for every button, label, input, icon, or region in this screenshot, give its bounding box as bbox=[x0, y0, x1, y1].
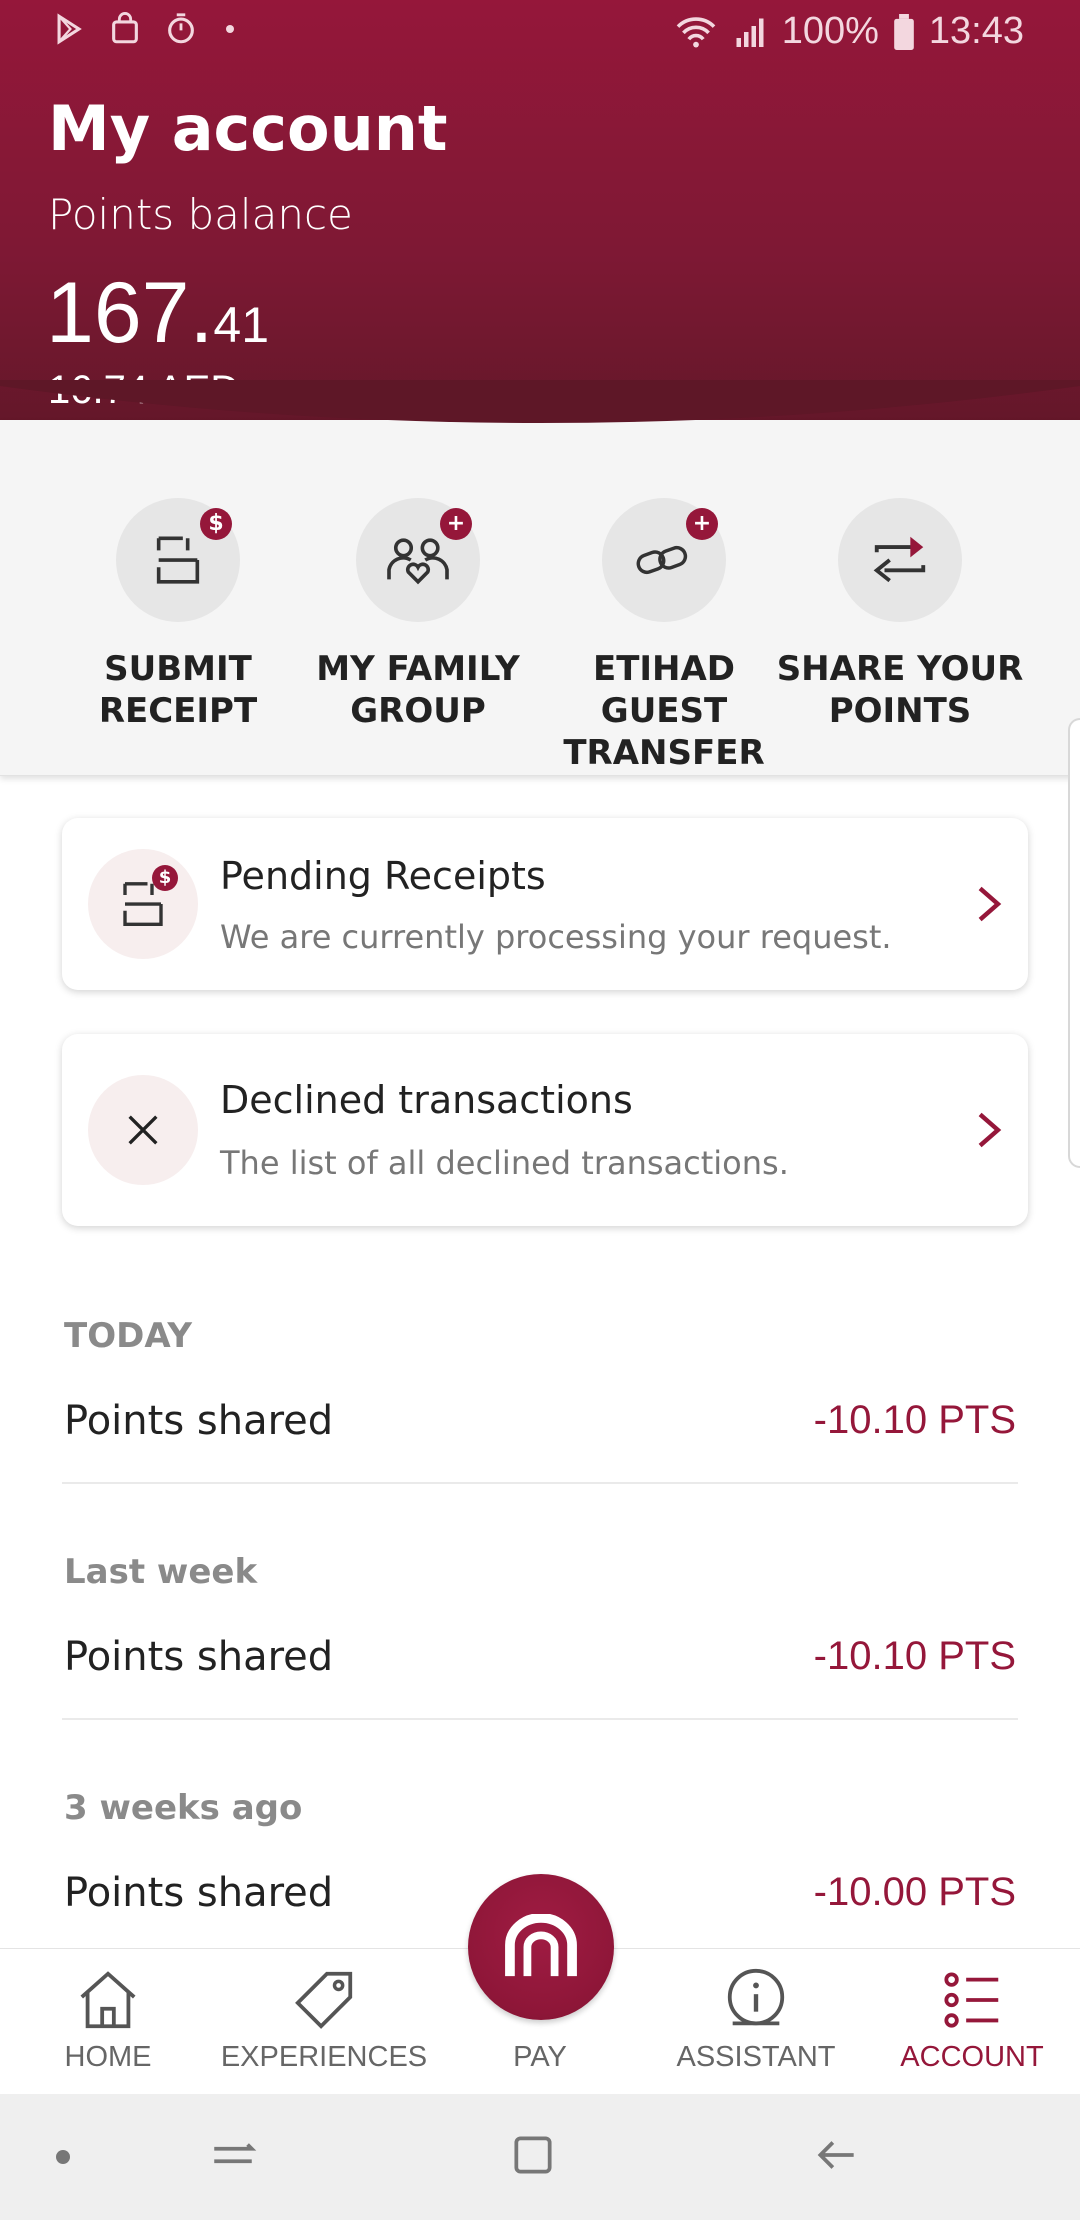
home-icon bbox=[80, 1971, 136, 2029]
scroll-handle[interactable] bbox=[1068, 718, 1080, 1168]
clock: 13:43 bbox=[928, 10, 1024, 52]
status-notifications bbox=[52, 12, 234, 46]
section-last-week: Last week bbox=[64, 1552, 258, 1592]
share-points-action[interactable]: SHARE YOUR POINTS bbox=[770, 498, 1030, 732]
close-icon bbox=[128, 1115, 158, 1145]
share-points-circle[interactable] bbox=[838, 498, 962, 622]
points-balance-label: Points balance bbox=[48, 190, 353, 239]
family-group-label: MY FAMILY GROUP bbox=[316, 649, 520, 731]
plus-badge-icon: + bbox=[440, 508, 472, 540]
etihad-transfer-action[interactable]: + ETIHAD GUEST TRANSFER bbox=[534, 498, 794, 774]
etihad-transfer-circle[interactable]: + bbox=[602, 498, 726, 622]
plus-badge-icon: + bbox=[686, 508, 718, 540]
pay-logo-icon bbox=[505, 1914, 577, 1977]
battery-percentage: 100% bbox=[781, 10, 879, 52]
nav-home[interactable]: HOME bbox=[0, 1949, 216, 2095]
dollar-badge-icon: $ bbox=[200, 508, 232, 540]
declined-transactions-subtitle: The list of all declined transactions. bbox=[220, 1144, 789, 1182]
nav-experiences[interactable]: EXPERIENCES bbox=[216, 1949, 432, 2095]
etihad-transfer-label: ETIHAD GUEST TRANSFER bbox=[563, 649, 765, 773]
nav-pay-label: PAY bbox=[513, 2041, 567, 2073]
status-indicators: 100% 13:43 bbox=[674, 10, 1024, 53]
divider bbox=[62, 1718, 1018, 1720]
family-group-circle[interactable]: + bbox=[356, 498, 480, 622]
submit-receipt-label: SUBMIT RECEIPT bbox=[98, 649, 258, 731]
transaction-amount: -10.10 PTS bbox=[813, 1634, 1016, 1678]
transaction-amount: -10.10 PTS bbox=[813, 1398, 1016, 1442]
back-icon[interactable] bbox=[812, 2130, 862, 2180]
tag-icon bbox=[295, 1971, 353, 2029]
transfer-arrows-icon bbox=[873, 536, 926, 583]
receipt-icon bbox=[156, 536, 200, 584]
link-icon bbox=[636, 545, 688, 575]
chevron-right-icon bbox=[978, 886, 1002, 922]
transaction-name[interactable]: Points shared bbox=[64, 1634, 333, 1680]
share-points-label: SHARE YOUR POINTS bbox=[776, 649, 1024, 731]
battery-icon bbox=[894, 13, 914, 50]
declined-transactions-card[interactable]: Declined transactions The list of all de… bbox=[62, 1034, 1028, 1226]
transaction-name[interactable]: Points shared bbox=[64, 1870, 333, 1916]
pending-receipts-icon-wrap: $ bbox=[88, 849, 198, 959]
nav-account-label: ACCOUNT bbox=[900, 2041, 1044, 2073]
status-bar: 100% 13:43 bbox=[0, 0, 1080, 66]
points-balance-integer: 167. bbox=[46, 265, 214, 361]
system-navigation-bar bbox=[0, 2094, 1080, 2220]
family-icon bbox=[387, 538, 449, 585]
pending-receipts-card[interactable]: $ Pending Receipts We are currently proc… bbox=[62, 818, 1028, 990]
pay-button[interactable] bbox=[468, 1874, 614, 2020]
submit-receipt-circle[interactable]: $ bbox=[116, 498, 240, 622]
list-icon bbox=[944, 1972, 999, 2028]
nav-account[interactable]: ACCOUNT bbox=[864, 1949, 1080, 2095]
nav-assistant[interactable]: ASSISTANT bbox=[648, 1949, 864, 2095]
nav-experiences-label: EXPERIENCES bbox=[220, 2041, 428, 2073]
notification-dot bbox=[226, 25, 234, 33]
nav-dot-icon[interactable] bbox=[56, 2150, 70, 2164]
section-today: TODAY bbox=[64, 1316, 192, 1356]
family-group-action[interactable]: + MY FAMILY GROUP bbox=[288, 498, 548, 732]
info-icon bbox=[727, 1968, 785, 2026]
chevron-right-icon bbox=[978, 1112, 1002, 1148]
pending-receipts-title: Pending Receipts bbox=[220, 854, 546, 898]
divider bbox=[62, 1482, 1018, 1484]
declined-transactions-icon-wrap bbox=[88, 1075, 198, 1185]
home-square-icon[interactable] bbox=[508, 2130, 558, 2180]
recents-icon[interactable] bbox=[208, 2130, 258, 2180]
transaction-name[interactable]: Points shared bbox=[64, 1398, 333, 1444]
points-balance-decimal: 41 bbox=[213, 297, 270, 353]
wifi-icon bbox=[676, 16, 715, 47]
submit-receipt-action[interactable]: $ SUBMIT RECEIPT bbox=[48, 498, 308, 732]
header-curve bbox=[0, 380, 1080, 423]
declined-transactions-title: Declined transactions bbox=[220, 1078, 633, 1122]
page-title: My account bbox=[48, 92, 448, 165]
nav-assistant-label: ASSISTANT bbox=[676, 2041, 836, 2073]
nav-home-label: HOME bbox=[64, 2041, 152, 2073]
quick-actions: $ SUBMIT RECEIPT + MY FAMILY GROUP + ETI… bbox=[0, 380, 1080, 776]
dollar-badge-icon: $ bbox=[152, 865, 178, 891]
pending-receipts-subtitle: We are currently processing your request… bbox=[220, 918, 892, 956]
transaction-amount: -10.00 PTS bbox=[813, 1870, 1016, 1914]
play-store-icon bbox=[57, 13, 82, 45]
signal-icon bbox=[736, 18, 764, 47]
points-balance: 167.41 bbox=[46, 264, 269, 363]
shopping-bag-icon bbox=[112, 12, 138, 44]
section-3-weeks-ago: 3 weeks ago bbox=[64, 1788, 303, 1828]
timer-icon bbox=[168, 13, 194, 44]
